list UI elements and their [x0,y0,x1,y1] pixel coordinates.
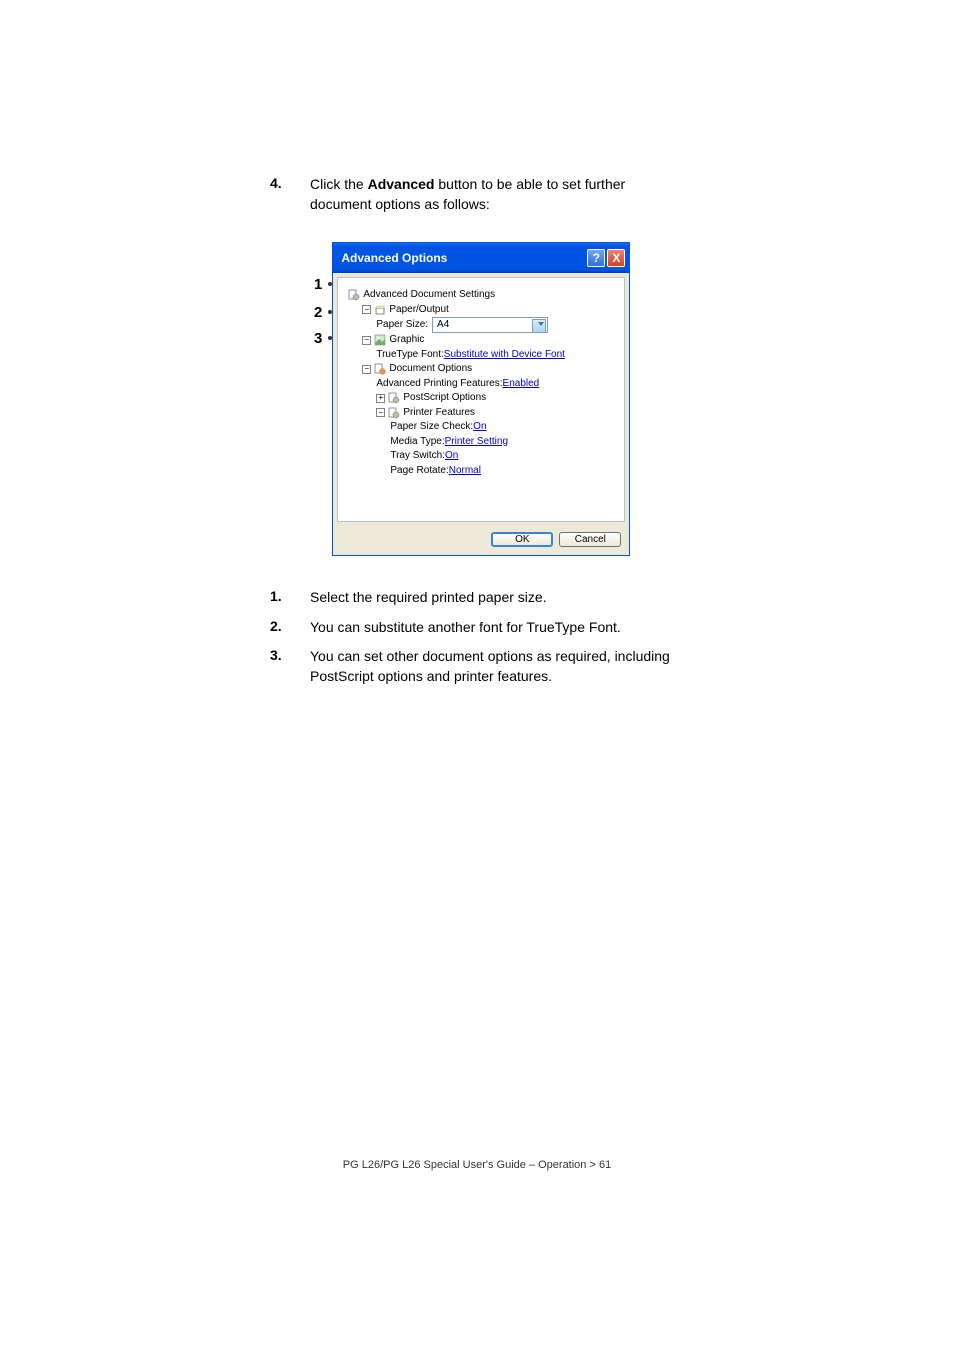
sub-step-2-text: You can substitute another font for True… [310,618,621,638]
paper-size-select[interactable]: A4 [432,317,548,333]
tree-graphic[interactable]: − Graphic [348,333,614,348]
tree-tray-switch[interactable]: Tray Switch: On [348,449,614,464]
page-rotate-label: Page Rotate: [390,464,448,479]
truetype-label: TrueType Font: [376,348,443,363]
callout-3-num: 3 [314,330,322,347]
callout-2: 2 [314,302,332,322]
printer-features-icon [388,407,400,419]
collapse-icon[interactable]: − [362,365,371,374]
advanced-options-dialog: Advanced Options ? X Advanced Document S… [332,242,630,556]
page-footer: PG L26/PG L26 Special User's Guide – Ope… [0,1159,954,1171]
tree-postscript-label: PostScript Options [403,391,486,406]
dialog-footer: OK Cancel [333,526,629,555]
dialog-titlebar[interactable]: Advanced Options ? X [333,243,629,273]
callout-3: 3 [314,328,332,348]
tray-switch-value[interactable]: On [445,449,458,464]
dialog-title: Advanced Options [341,251,447,265]
tree-paper-check[interactable]: Paper Size Check: On [348,420,614,435]
tree-printer-features-label: Printer Features [403,406,475,421]
tree-doc-options-label: Document Options [389,362,472,377]
sub-step-1-text: Select the required printed paper size. [310,588,547,608]
media-type-value[interactable]: Printer Setting [445,435,508,450]
callout-column: 1 2 3 [314,242,332,348]
step-4-number: 4. [270,175,310,214]
close-button[interactable]: X [607,249,625,267]
postscript-icon [388,392,400,404]
tree-graphic-label: Graphic [389,333,424,348]
chevron-down-icon [538,322,544,326]
step-4: 4. Click the Advanced button to be able … [270,175,684,214]
tree-truetype[interactable]: TrueType Font: Substitute with Device Fo… [348,348,614,363]
tree-adv-print[interactable]: Advanced Printing Features: Enabled [348,377,614,392]
collapse-icon[interactable]: − [362,305,371,314]
step-4-text-prefix: Click the [310,176,368,192]
help-button[interactable]: ? [587,249,605,267]
tree-root[interactable]: Advanced Document Settings [348,288,614,303]
tree-paper-size[interactable]: Paper Size: A4 [348,317,614,333]
tray-switch-label: Tray Switch: [390,449,445,464]
callout-2-num: 2 [314,304,322,321]
paper-size-value: A4 [437,318,449,333]
expand-icon[interactable]: + [376,394,385,403]
page-rotate-value[interactable]: Normal [449,464,481,479]
paper-check-label: Paper Size Check: [390,420,473,435]
collapse-icon[interactable]: − [362,336,371,345]
paper-size-label: Paper Size: [376,318,428,333]
tree-postscript[interactable]: + PostScript Options [348,391,614,406]
sub-step-2-num: 2. [270,618,310,638]
adv-print-label: Advanced Printing Features: [376,377,502,392]
tree-doc-options[interactable]: − Document Options [348,362,614,377]
paper-icon [374,304,386,316]
settings-tree: Advanced Document Settings − Paper/Outpu… [348,288,614,478]
sub-step-3-num: 3. [270,647,310,686]
tree-printer-features[interactable]: − Printer Features [348,406,614,421]
cancel-button[interactable]: Cancel [559,532,621,547]
tree-page-rotate[interactable]: Page Rotate: Normal [348,464,614,479]
sub-step-1-num: 1. [270,588,310,608]
step-4-text: Click the Advanced button to be able to … [310,175,684,214]
graphic-icon [374,334,386,346]
dialog-body: Advanced Document Settings − Paper/Outpu… [337,277,625,522]
ok-button[interactable]: OK [491,532,553,547]
tree-paper-output-label: Paper/Output [389,303,448,318]
callout-1: 1 [314,274,332,294]
doc-options-icon [374,363,386,375]
sub-step-3-text: You can set other document options as re… [310,647,684,686]
tree-root-label: Advanced Document Settings [363,288,495,303]
sub-steps: 1. Select the required printed paper siz… [270,588,684,686]
sub-step-1: 1. Select the required printed paper siz… [270,588,684,608]
tree-media-type[interactable]: Media Type: Printer Setting [348,435,614,450]
callout-1-num: 1 [314,276,322,293]
sub-step-2: 2. You can substitute another font for T… [270,618,684,638]
truetype-value[interactable]: Substitute with Device Font [444,348,565,363]
step-4-text-bold: Advanced [368,176,435,192]
collapse-icon[interactable]: − [376,408,385,417]
dialog-illustration: 1 2 3 Advanced Options ? X [314,242,684,556]
titlebar-buttons: ? X [587,249,625,267]
settings-icon [348,289,360,301]
tree-paper-output[interactable]: − Paper/Output [348,303,614,318]
adv-print-value[interactable]: Enabled [503,377,540,392]
media-type-label: Media Type: [390,435,444,450]
paper-check-value[interactable]: On [473,420,486,435]
sub-step-3: 3. You can set other document options as… [270,647,684,686]
